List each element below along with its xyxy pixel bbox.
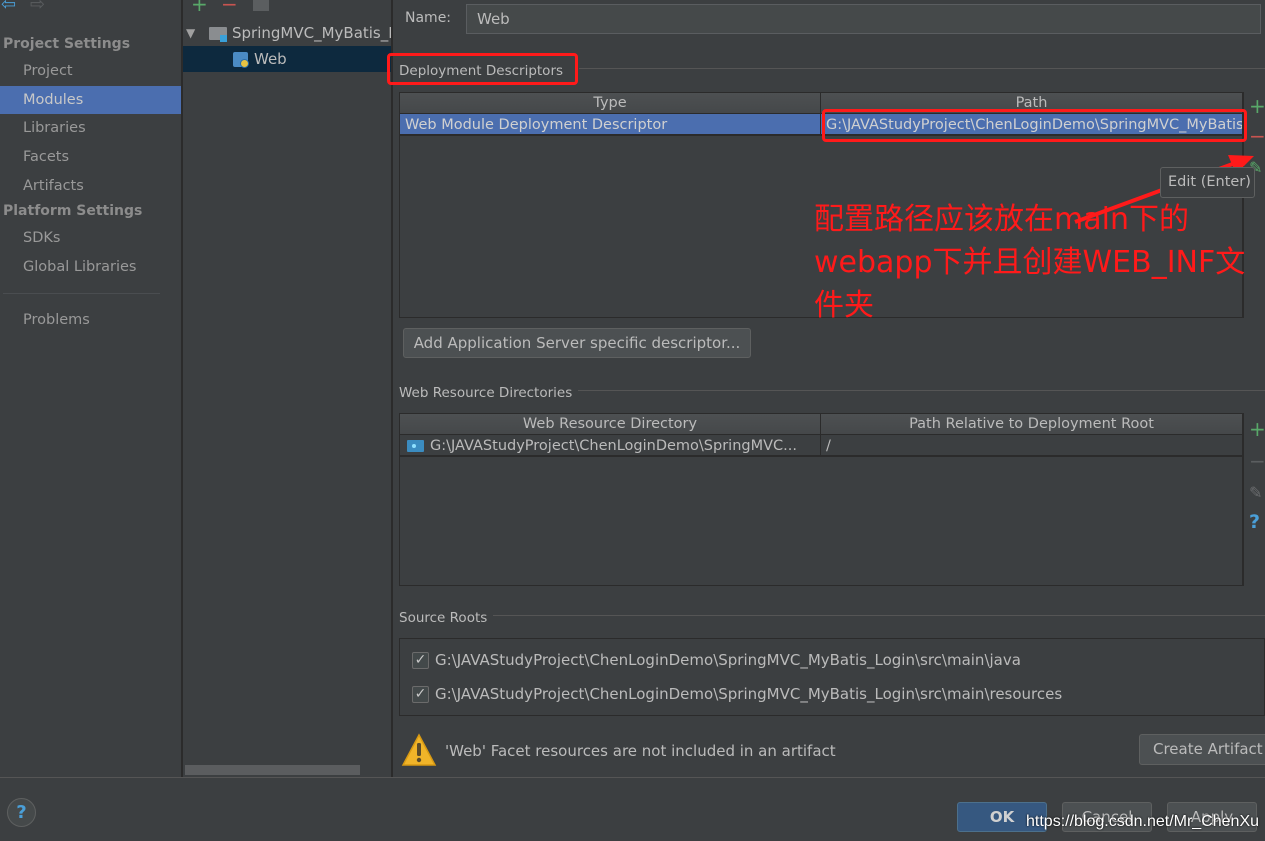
nav-item-artifacts[interactable]: Artifacts [0,172,181,200]
help-button[interactable]: ? [7,798,36,827]
web-folder-icon [407,440,424,452]
settings-nav: ⇦ ⇨ Project Settings Project Modules Lib… [0,0,181,777]
module-tree-panel: + − ▼ SpringMVC_MyBatis_Login Web [183,0,391,777]
remove-resource-icon[interactable]: − [1249,451,1265,471]
column-header-type[interactable]: Type [400,93,821,114]
annotation-highlight-deployment-descriptors [387,53,578,85]
nav-item-project[interactable]: Project [0,57,181,85]
source-roots-list: ✓ G:\JAVAStudyProject\ChenLoginDemo\Spri… [399,638,1265,716]
remove-descriptor-icon[interactable]: − [1249,126,1265,146]
edit-resource-icon[interactable]: ✎ [1249,483,1262,503]
tree-module-row[interactable]: ▼ SpringMVC_MyBatis_Login [183,20,391,46]
tree-facet-web-row[interactable]: Web [183,46,391,72]
source-root-checkbox-java[interactable]: ✓ [412,652,429,669]
nav-item-problems[interactable]: Problems [0,306,181,334]
tree-horizontal-scrollbar[interactable] [185,765,360,775]
nav-toolbar: ⇦ ⇨ [0,0,181,18]
help-resource-icon[interactable]: ? [1249,512,1260,532]
annotation-highlight-path [822,109,1247,142]
nav-separator [3,293,160,294]
forward-arrow-icon[interactable]: ⇨ [30,0,45,14]
edit-tooltip: Edit (Enter) [1160,167,1255,198]
name-input[interactable]: Web [466,4,1261,34]
web-resource-directories-title: Web Resource Directories [399,385,573,401]
nav-item-facets[interactable]: Facets [0,143,181,171]
tree-toolbar: + − [183,0,391,18]
add-server-descriptor-button[interactable]: Add Application Server specific descript… [403,328,751,358]
name-label: Name: [405,10,452,26]
nav-item-global-libraries[interactable]: Global Libraries [0,253,181,281]
add-resource-icon[interactable]: + [1249,419,1265,439]
section-divider [578,390,1265,391]
column-header-web-resource-directory[interactable]: Web Resource Directory [400,414,821,435]
warning-icon [401,733,437,766]
annotation-text: 配置路径应该放在main下的webapp下并且创建WEB_INF文件夹 [814,202,1246,323]
relative-path-cell[interactable]: / [821,435,1243,457]
web-resource-directories-table: Web Resource Directory Path Relative to … [399,413,1243,586]
descriptor-type-cell[interactable]: Web Module Deployment Descriptor [400,114,821,136]
web-facet-icon [233,52,249,68]
resource-directory-cell[interactable]: G:\JAVAStudyProject\ChenLoginDemo\Spring… [400,435,821,457]
warning-text: 'Web' Facet resources are not included i… [445,742,836,760]
nav-item-sdks[interactable]: SDKs [0,224,181,252]
nav-item-libraries[interactable]: Libraries [0,114,181,142]
facet-label: Web [254,50,287,68]
section-divider [493,615,1265,616]
source-root-java-label: G:\JAVAStudyProject\ChenLoginDemo\Spring… [435,651,1021,669]
nav-item-modules[interactable]: Modules [0,86,181,114]
platform-settings-header: Platform Settings [3,203,143,219]
remove-icon[interactable]: − [221,0,238,14]
back-arrow-icon[interactable]: ⇦ [1,0,16,14]
module-label: SpringMVC_MyBatis_Login [232,24,391,42]
create-artifact-button[interactable]: Create Artifact [1139,734,1265,765]
source-roots-title: Source Roots [399,610,488,626]
add-descriptor-icon[interactable]: + [1249,96,1265,116]
source-root-checkbox-resources[interactable]: ✓ [412,686,429,703]
expand-triangle-icon[interactable]: ▼ [186,20,195,46]
section-divider [579,68,1265,69]
dialog-footer: ? OK Cancel Apply https://blog.csdn.net/… [0,777,1265,841]
copy-icon[interactable] [253,0,269,11]
resources-side-toolbar: + − ✎ ? [1243,413,1265,586]
watermark: https://blog.csdn.net/Mr_ChenXu [1026,813,1260,830]
source-root-resources-label: G:\JAVAStudyProject\ChenLoginDemo\Spring… [435,685,1063,703]
add-icon[interactable]: + [191,0,208,14]
project-settings-header: Project Settings [3,36,131,52]
module-folder-icon [209,27,227,42]
column-header-relative-path[interactable]: Path Relative to Deployment Root [821,414,1243,435]
